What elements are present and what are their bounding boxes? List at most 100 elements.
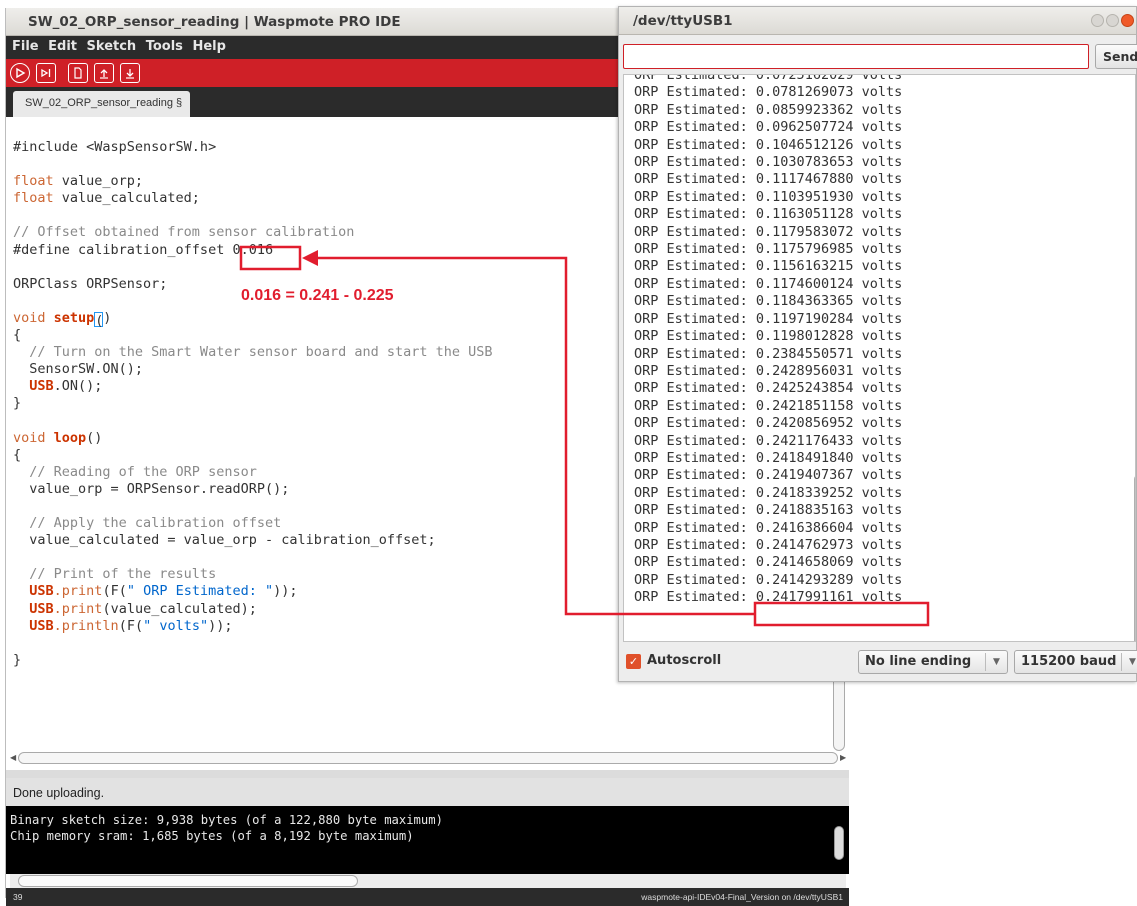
serial-line-value: 0.1117467880 bbox=[755, 171, 854, 188]
serial-line: ORP Estimated: 0.2384550571 volts bbox=[634, 346, 902, 363]
serial-scrollbar[interactable] bbox=[1134, 475, 1135, 641]
close-icon[interactable] bbox=[1121, 14, 1134, 27]
serial-line-prefix: ORP Estimated: bbox=[634, 241, 756, 258]
serial-line-value: 0.2428956031 bbox=[755, 362, 854, 379]
serial-line-suffix: volts bbox=[853, 415, 903, 432]
serial-output[interactable]: ORP Estimated: 0.0725162029 volts ORP Est… bbox=[623, 74, 1136, 642]
menu-help[interactable]: Help bbox=[192, 39, 225, 54]
serial-line-prefix: ORP Estimated: bbox=[634, 206, 756, 223]
serial-line: ORP Estimated: 0.1184363365 volts bbox=[634, 293, 902, 310]
verify-icon[interactable] bbox=[10, 63, 30, 83]
code-line: value_calculated = value_orp - calibrati… bbox=[13, 532, 436, 549]
serial-line: ORP Estimated: 0.0781269073 volts bbox=[634, 84, 902, 101]
serial-input[interactable] bbox=[623, 44, 1089, 69]
code-function: setup bbox=[53, 309, 95, 326]
board-port-info: waspmote-api-IDEv04-Final_Version on /de… bbox=[641, 892, 843, 902]
code-line: () bbox=[86, 429, 103, 446]
code-line: value_calculated; bbox=[53, 190, 200, 207]
serial-line-value: 0.1156163215 bbox=[755, 258, 854, 275]
tab-sketch[interactable]: SW_02_ORP_sensor_reading § bbox=[13, 91, 191, 117]
serial-title: /dev/ttyUSB1 bbox=[619, 7, 1136, 35]
serial-line: ORP Estimated: 0.2414658069 volts bbox=[634, 554, 902, 571]
code-function: loop bbox=[53, 429, 87, 446]
status-message: Done uploading. bbox=[6, 778, 849, 806]
serial-line: ORP Estimated: 0.2414762973 volts bbox=[634, 537, 902, 554]
serial-line-suffix: volts bbox=[853, 84, 903, 101]
scroll-left-icon[interactable]: ◀ bbox=[10, 753, 16, 762]
serial-line-value: 0.2416386604 bbox=[755, 519, 854, 536]
panel-divider[interactable] bbox=[6, 770, 849, 778]
save-icon[interactable] bbox=[120, 63, 140, 83]
serial-line-prefix: ORP Estimated: bbox=[634, 223, 756, 240]
menu-file[interactable]: File bbox=[12, 39, 39, 54]
menu-edit[interactable]: Edit bbox=[48, 39, 77, 54]
serial-line-prefix: ORP Estimated: bbox=[634, 171, 756, 188]
code-usb: USB bbox=[29, 378, 54, 395]
code-method: .print bbox=[53, 583, 103, 600]
menu-tools[interactable]: Tools bbox=[146, 39, 183, 54]
serial-line: ORP Estimated: 0.1175796985 volts bbox=[634, 241, 902, 258]
maximize-icon[interactable] bbox=[1106, 14, 1119, 27]
new-icon[interactable] bbox=[68, 63, 88, 83]
serial-line: ORP Estimated: 0.1174600124 volts bbox=[634, 276, 902, 293]
serial-line: ORP Estimated: 0.2421176433 volts bbox=[634, 433, 902, 450]
serial-line-suffix: volts bbox=[853, 502, 903, 519]
serial-line: ORP Estimated: 0.2425243854 volts bbox=[634, 380, 902, 397]
serial-line-suffix: volts bbox=[853, 258, 903, 275]
scroll-right-icon[interactable]: ▶ bbox=[840, 753, 846, 762]
bracket-highlight: ( bbox=[94, 311, 104, 329]
code-keyword: void bbox=[13, 429, 46, 446]
calibration-value: 0.016 bbox=[224, 241, 274, 258]
serial-line-prefix: ORP Estimated: bbox=[634, 310, 756, 327]
open-icon[interactable] bbox=[94, 63, 114, 83]
serial-line: ORP Estimated: 0.2418835163 volts bbox=[634, 502, 902, 519]
serial-line: ORP Estimated: 0.1117467880 volts bbox=[634, 171, 902, 188]
serial-line: ORP Estimated: 0.2417991161 volts bbox=[634, 589, 902, 606]
serial-line-prefix: ORP Estimated: bbox=[634, 154, 756, 171]
serial-line-value: 0.2418339252 bbox=[755, 484, 854, 501]
console-line: Binary sketch size: 9,938 bytes (of a 12… bbox=[10, 813, 443, 827]
serial-line-prefix: ORP Estimated: bbox=[634, 484, 756, 501]
serial-line-prefix: ORP Estimated: bbox=[634, 415, 756, 432]
code-method: .println bbox=[53, 617, 119, 634]
console-vertical-scrollbar[interactable] bbox=[832, 814, 846, 870]
serial-line-prefix: ORP Estimated: bbox=[634, 502, 756, 519]
serial-line-prefix: ORP Estimated: bbox=[634, 362, 756, 379]
serial-line: ORP Estimated: 0.2418491840 volts bbox=[634, 450, 902, 467]
serial-line-prefix: ORP Estimated: bbox=[634, 467, 756, 484]
serial-line-value: 0.1174600124 bbox=[755, 275, 854, 292]
code-line: )); bbox=[273, 583, 298, 600]
autoscroll-checkbox[interactable]: ✓ bbox=[626, 654, 641, 669]
serial-line: ORP Estimated: 0.1179583072 volts bbox=[634, 224, 902, 241]
serial-line-prefix: ORP Estimated: bbox=[634, 571, 756, 588]
code-line: #define calibration_offset bbox=[13, 241, 225, 258]
code-string: " ORP Estimated: " bbox=[126, 583, 274, 600]
menu-sketch[interactable]: Sketch bbox=[87, 39, 137, 54]
serial-line-suffix: volts bbox=[853, 223, 903, 240]
console-horizontal-scrollbar[interactable] bbox=[10, 874, 846, 888]
upload-icon[interactable] bbox=[36, 63, 56, 83]
line-ending-select[interactable]: No line ending ▼ bbox=[858, 650, 1008, 674]
code-line: (F( bbox=[102, 583, 127, 600]
serial-line: ORP Estimated: 0.2420856952 volts bbox=[634, 415, 902, 432]
code-comment: // Print of the results bbox=[13, 566, 217, 583]
code-comment: // Reading of the ORP sensor bbox=[13, 463, 257, 480]
minimize-icon[interactable] bbox=[1091, 14, 1104, 27]
console-output: Binary sketch size: 9,938 bytes (of a 12… bbox=[6, 806, 849, 874]
code-line: value_orp = ORPSensor.readORP(); bbox=[13, 480, 290, 497]
serial-line-value: 0.2414658069 bbox=[755, 554, 854, 571]
code-keyword: float bbox=[13, 173, 54, 190]
serial-line-value: 0.1197190284 bbox=[755, 310, 854, 327]
serial-line-value: 0.1163051128 bbox=[755, 206, 854, 223]
serial-line-suffix: volts bbox=[853, 380, 903, 397]
serial-line-value: 0.0962507724 bbox=[755, 119, 854, 136]
send-button[interactable]: Send bbox=[1095, 44, 1137, 69]
serial-line-prefix: ORP Estimated: bbox=[634, 101, 756, 118]
editor-horizontal-scrollbar[interactable]: ◀ ▶ bbox=[10, 750, 846, 766]
serial-line-suffix: volts bbox=[853, 449, 903, 466]
code-usb: USB bbox=[29, 583, 54, 600]
serial-line-value: 0.0859923362 bbox=[755, 101, 854, 118]
serial-line-prefix: ORP Estimated: bbox=[634, 119, 756, 136]
baud-rate-select[interactable]: 115200 baud ▼ bbox=[1014, 650, 1137, 674]
window-controls bbox=[1089, 14, 1134, 27]
